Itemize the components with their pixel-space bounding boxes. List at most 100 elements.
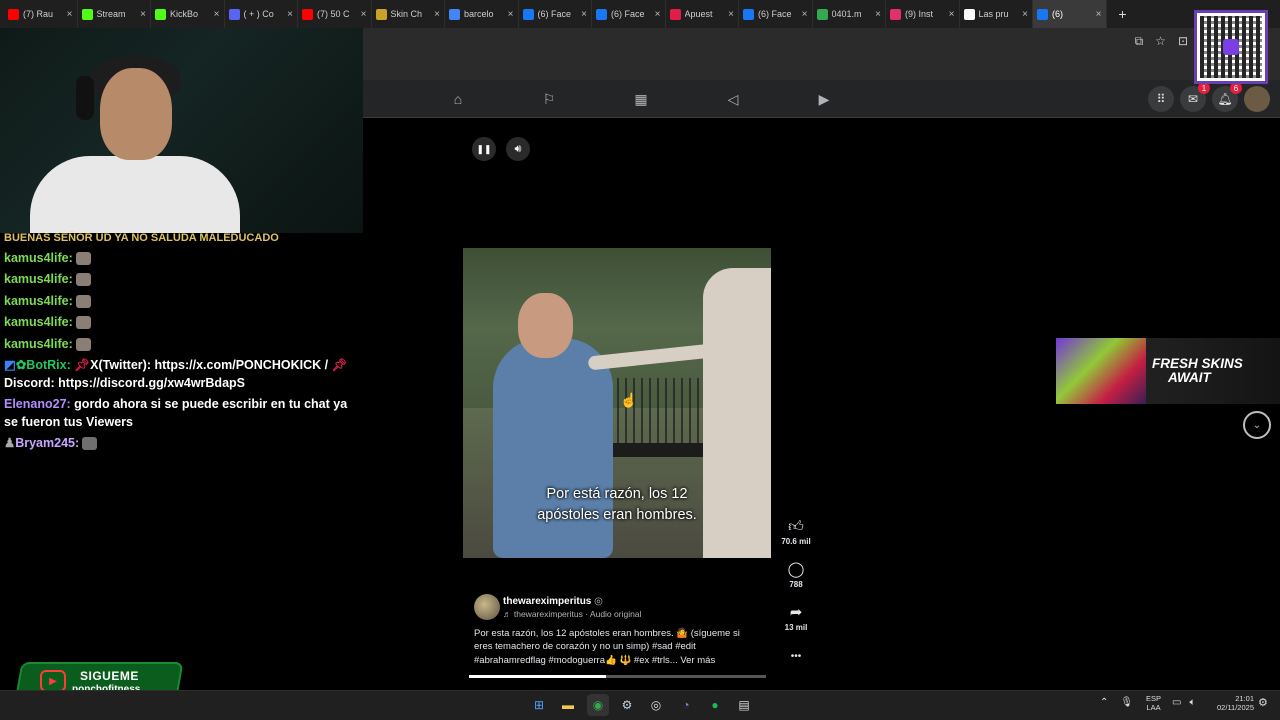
- author-name-text[interactable]: thewareximperitus: [503, 596, 591, 607]
- chat-text: Discord: https://discord.gg/xw4wrBdapS: [4, 376, 245, 390]
- marketplace-icon[interactable]: ▦: [631, 90, 651, 108]
- calculator-icon[interactable]: ▤: [733, 694, 755, 716]
- audio-label[interactable]: ♬ thewareximperitus · Audio original: [503, 609, 641, 619]
- windows-start-icon[interactable]: ⊞: [528, 694, 550, 716]
- home-icon[interactable]: ⌂: [448, 90, 468, 108]
- close-tab-icon[interactable]: ×: [655, 9, 661, 20]
- browser-tab[interactable]: barcelo ×: [445, 0, 519, 28]
- chat-text: gordo ahora si se puede escribir en tu c…: [74, 397, 348, 411]
- pin-icon: 📌︎: [331, 358, 348, 372]
- reel-video[interactable]: Por está razón, los 12 apóstoles eran ho…: [463, 248, 771, 558]
- browser-tab[interactable]: Apuest ×: [666, 0, 739, 28]
- ad-headline: FRESH SKINS: [1152, 356, 1243, 371]
- author-avatar[interactable]: [474, 594, 500, 620]
- kick-icon: [155, 8, 166, 20]
- streamer-webcam: [0, 28, 363, 233]
- next-reel-chevron-icon[interactable]: ⌄: [1243, 411, 1271, 439]
- volume-button[interactable]: 🔊︎: [506, 137, 530, 161]
- browser-tab[interactable]: (6) Face ×: [519, 0, 592, 28]
- browser-tab[interactable]: Skin Ch ×: [372, 0, 445, 28]
- language-indicator[interactable]: ESP LAA: [1146, 694, 1161, 712]
- share-button[interactable]: ➦ 13 mil: [778, 604, 814, 632]
- reel-caption: Por esta razón, los 12 apóstoles eran ho…: [474, 628, 740, 666]
- notification-center-icon[interactable]: ⚙: [1258, 696, 1268, 709]
- more-options-button[interactable]: •••: [778, 648, 814, 666]
- browser-tab-title: Skin Ch: [390, 9, 423, 19]
- close-tab-icon[interactable]: ×: [728, 9, 734, 20]
- menu-grid-icon[interactable]: ⠿: [1148, 86, 1174, 112]
- close-tab-icon[interactable]: ×: [508, 9, 514, 20]
- ads-megaphone-icon[interactable]: ◁: [723, 90, 743, 108]
- close-tab-icon[interactable]: ×: [875, 9, 881, 20]
- windows-taskbar: [0, 690, 1280, 720]
- browser-tab[interactable]: 0401.m ×: [813, 0, 886, 28]
- browser-tab[interactable]: KickBo ×: [151, 0, 225, 28]
- tray-expand-icon[interactable]: ⌃: [1100, 697, 1108, 708]
- browser-tab[interactable]: (6) Face ×: [592, 0, 666, 28]
- youtube-icon: [8, 8, 19, 20]
- browser-tab-title: (6) Face: [611, 9, 645, 19]
- like-button[interactable]: 👍︎ 70.6 mil: [778, 518, 814, 546]
- browser-tab[interactable]: Stream ×: [78, 0, 151, 28]
- chat-username: kamus4life:: [4, 251, 73, 265]
- headphones-icon: [76, 76, 94, 120]
- close-tab-icon[interactable]: ×: [214, 9, 220, 20]
- close-tab-icon[interactable]: ×: [434, 9, 440, 20]
- browser-tab[interactable]: Las pru ×: [960, 0, 1033, 28]
- browser-tab[interactable]: ( + ) Co ×: [225, 0, 298, 28]
- browser-tab-title: Stream: [96, 9, 126, 19]
- steam-icon[interactable]: ⚙: [616, 694, 638, 716]
- like-count: 70.6 mil: [781, 537, 811, 546]
- chat-bot-message: ◩✿BotRix: 📌︎X(Twitter): https://x.com/PO…: [4, 356, 359, 374]
- taskbar-clock[interactable]: 21:01 02/11/2025: [1210, 694, 1254, 712]
- emote-icon: [82, 437, 98, 451]
- close-tab-icon[interactable]: ×: [949, 9, 955, 20]
- close-tab-icon[interactable]: ×: [1022, 9, 1028, 20]
- chat-username: kamus4life:: [4, 315, 73, 329]
- browser-tab[interactable]: (6) Face ×: [739, 0, 813, 28]
- microphone-icon[interactable]: 🎙︎: [1120, 697, 1133, 708]
- facebook-icon: [743, 8, 754, 20]
- chrome-icon[interactable]: ◉: [587, 694, 609, 716]
- discord-taskbar-icon[interactable]: ◔: [675, 694, 697, 716]
- comment-button[interactable]: ◯ 788: [778, 561, 814, 589]
- share-arrow-icon: ➦: [789, 604, 803, 621]
- obs-icon[interactable]: ◎: [645, 694, 667, 716]
- browser-tab[interactable]: (7) Rau ×: [4, 0, 78, 28]
- extensions-icon[interactable]: ⊡: [1178, 34, 1188, 49]
- close-tab-icon[interactable]: ×: [140, 9, 146, 20]
- spotify-icon[interactable]: ●: [704, 694, 726, 716]
- speaker-icon[interactable]: 🔈︎: [1189, 697, 1195, 708]
- author-name[interactable]: thewareximperitus ◎: [503, 596, 603, 607]
- skin-ad-banner[interactable]: FRESH SKINS AWAIT: [1056, 338, 1280, 404]
- chat-message: kamus4life:: [4, 249, 359, 267]
- browser-tab-title: ( + ) Co: [243, 9, 274, 19]
- close-tab-icon[interactable]: ×: [287, 9, 293, 20]
- chat-truncated-message: BUENAS SEÑOR UD YA NO SALUDA MALEDUCADO: [4, 232, 279, 244]
- browser-tab-title: KickBo: [170, 9, 199, 19]
- close-tab-icon[interactable]: ×: [802, 9, 808, 20]
- video-person-face: [518, 293, 573, 358]
- system-tray: ⌃ 🎙︎: [1100, 697, 1133, 708]
- browser-tab[interactable]: (7) 50 C ×: [298, 0, 372, 28]
- file-explorer-icon[interactable]: ▬: [557, 694, 579, 716]
- browser-tab[interactable]: (6) ×: [1033, 0, 1107, 28]
- watch-video-icon[interactable]: ▶: [814, 90, 834, 108]
- cast-icon[interactable]: ⧉: [1135, 34, 1144, 49]
- subtitle-line: Por está razón, los 12: [546, 486, 688, 502]
- new-tab-button[interactable]: +: [1113, 6, 1133, 22]
- network-icon[interactable]: ▭: [1172, 697, 1181, 708]
- close-tab-icon[interactable]: ×: [581, 9, 587, 20]
- browser-tab[interactable]: (9) Inst ×: [886, 0, 960, 28]
- chat-message: kamus4life:: [4, 292, 359, 310]
- pages-flag-icon[interactable]: ⚐: [539, 90, 559, 108]
- close-tab-icon[interactable]: ×: [67, 9, 73, 20]
- cat-emote-icon: [75, 252, 91, 266]
- pause-button[interactable]: ❚❚: [472, 137, 496, 161]
- share-count: 13 mil: [784, 623, 808, 632]
- close-tab-icon[interactable]: ×: [1096, 9, 1102, 20]
- profile-avatar[interactable]: [1244, 86, 1270, 112]
- close-tab-icon[interactable]: ×: [361, 9, 367, 20]
- bookmark-star-icon[interactable]: ☆: [1155, 34, 1166, 49]
- ad-headline-2: AWAIT: [1168, 370, 1211, 385]
